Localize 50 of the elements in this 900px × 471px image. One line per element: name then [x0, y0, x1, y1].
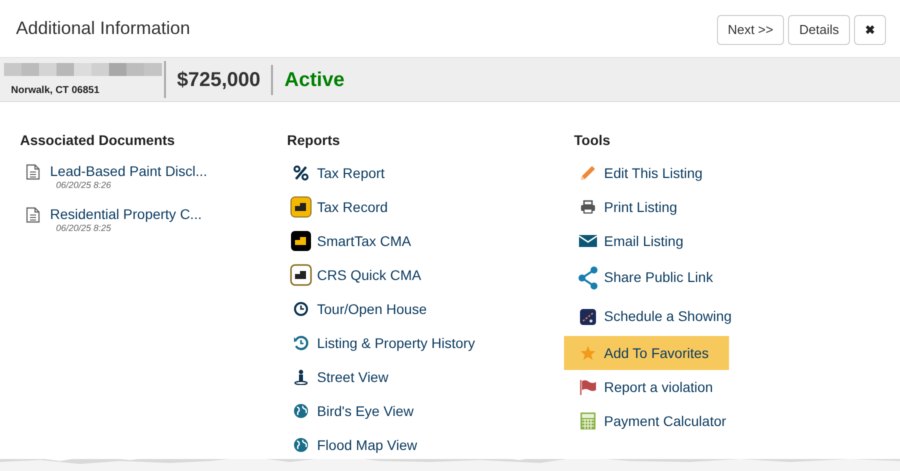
- house-map-icon: [290, 230, 312, 252]
- menu-item[interactable]: Add To Favorites: [564, 336, 729, 370]
- menu-item[interactable]: Schedule a Showing: [572, 297, 752, 336]
- menu-item[interactable]: Tax Report: [285, 156, 405, 190]
- document-icon: [26, 207, 40, 223]
- menu-item[interactable]: Report a violation: [572, 370, 733, 404]
- house-map-icon: [290, 196, 312, 218]
- menu-item[interactable]: Print Listing: [572, 190, 698, 224]
- menu-item[interactable]: Payment Calculator: [572, 404, 746, 438]
- menu-item[interactable]: Street View: [285, 360, 408, 394]
- clock-icon: [293, 301, 309, 317]
- close-button[interactable]: ✖: [854, 14, 886, 44]
- menu-item[interactable]: Listing & Property History: [285, 326, 495, 360]
- star-icon: [580, 345, 596, 361]
- header-button[interactable]: Next >>: [716, 14, 784, 44]
- price-text: $725,000: [166, 64, 274, 94]
- pencil-icon: [579, 164, 597, 182]
- document-date: 06/20/25 8:26: [55, 180, 112, 191]
- section-heading: Tools: [574, 131, 612, 150]
- section-heading: Reports: [287, 131, 341, 150]
- email-icon: [579, 234, 597, 248]
- flag-icon: [579, 379, 597, 395]
- status-text: Active: [283, 68, 346, 92]
- document-link[interactable]: Residential Property C...: [50, 205, 202, 223]
- window-title: Additional Information: [16, 16, 190, 40]
- menu-item[interactable]: Bird's Eye View: [285, 394, 434, 428]
- menu-item[interactable]: Email Listing: [572, 224, 704, 258]
- percent-icon: [293, 165, 309, 181]
- menu-item[interactable]: Tax Record: [285, 190, 408, 224]
- header-button[interactable]: Details: [788, 14, 850, 44]
- menu-item[interactable]: Flood Map View: [285, 428, 438, 462]
- print-icon: [580, 199, 596, 215]
- calendar-icon: [580, 308, 596, 324]
- menu-item[interactable]: CRS Quick CMA: [285, 258, 442, 292]
- person-pin-icon: [293, 369, 309, 385]
- calculator-icon: [580, 412, 596, 430]
- menu-item[interactable]: SmartTax CMA: [285, 224, 432, 258]
- document-icon: [26, 164, 40, 180]
- globe-icon: [293, 403, 309, 419]
- menu-item[interactable]: Tour/Open House: [285, 292, 447, 326]
- history-icon: [293, 335, 309, 351]
- menu-item[interactable]: Edit This Listing: [572, 156, 723, 190]
- house-map-icon: [290, 264, 312, 286]
- menu-item[interactable]: Share Public Link: [572, 258, 733, 297]
- document-link[interactable]: Lead-Based Paint Discl...: [50, 162, 208, 180]
- share-icon: [577, 266, 599, 290]
- globe-icon: [293, 437, 309, 453]
- document-date: 06/20/25 8:25: [55, 223, 112, 234]
- section-heading: Associated Documents: [20, 131, 176, 150]
- address-text: Norwalk, CT 06851: [10, 84, 100, 98]
